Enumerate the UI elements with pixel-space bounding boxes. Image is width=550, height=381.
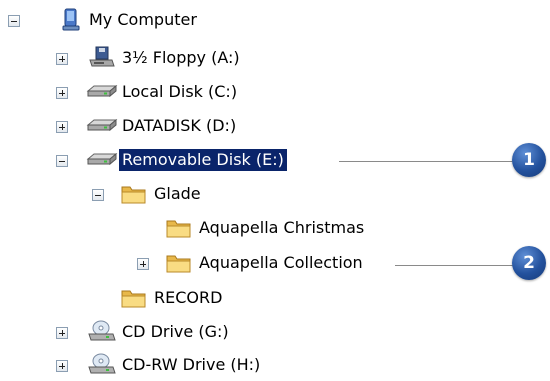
tree-item-label: Aquapella Christmas xyxy=(199,218,365,237)
tree-item-glade[interactable]: Glade xyxy=(0,182,300,206)
tree-item-label: CD-RW Drive (H:) xyxy=(122,355,261,374)
expand-toggle[interactable] xyxy=(56,327,68,339)
tree-item-label: Aquapella Collection xyxy=(199,253,363,272)
tree-item-label: RECORD xyxy=(154,288,223,307)
hard-disk-icon xyxy=(86,118,118,132)
tree-item-my-computer[interactable]: My Computer xyxy=(0,8,260,32)
expand-toggle[interactable] xyxy=(56,87,68,99)
my-computer-icon xyxy=(62,8,80,31)
tree-item-label: DATADISK (D:) xyxy=(122,116,237,135)
callout-badge-2: 2 xyxy=(512,246,546,280)
tree-item-label: Removable Disk (E:) xyxy=(119,149,287,171)
collapse-toggle[interactable] xyxy=(8,15,20,27)
expand-toggle[interactable] xyxy=(137,258,149,270)
cd-drive-icon xyxy=(88,353,116,374)
tree-item-aquapella-collection[interactable]: Aquapella Collection xyxy=(0,251,400,275)
expand-toggle[interactable] xyxy=(56,53,68,65)
tree-item-removable-disk-e[interactable]: Removable Disk (E:) xyxy=(0,148,340,172)
floppy-drive-icon xyxy=(89,46,115,67)
folder-icon xyxy=(121,290,146,308)
tree-item-label: Glade xyxy=(154,184,201,203)
tree-item-datadisk-d[interactable]: DATADISK (D:) xyxy=(0,114,300,138)
folder-icon xyxy=(166,255,191,273)
tree-item-cdrw-drive-h[interactable]: CD-RW Drive (H:) xyxy=(0,353,330,377)
tree-item-label: CD Drive (G:) xyxy=(122,322,229,341)
collapse-toggle[interactable] xyxy=(56,155,68,167)
collapse-toggle[interactable] xyxy=(92,189,104,201)
cd-drive-icon xyxy=(88,320,116,341)
tree-item-floppy-a[interactable]: 3½ Floppy (A:) xyxy=(0,46,300,70)
tree-item-label: Local Disk (C:) xyxy=(122,82,238,101)
expand-toggle[interactable] xyxy=(56,121,68,133)
tree-item-record[interactable]: RECORD xyxy=(0,286,300,310)
tree-item-aquapella-christmas[interactable]: Aquapella Christmas xyxy=(0,216,400,240)
hard-disk-icon xyxy=(86,84,118,98)
tree-item-label: 3½ Floppy (A:) xyxy=(122,48,240,67)
callout-line-1 xyxy=(339,161,514,162)
callout-badge-1: 1 xyxy=(512,143,546,177)
tree-item-cd-drive-g[interactable]: CD Drive (G:) xyxy=(0,320,300,344)
folder-icon xyxy=(121,186,146,204)
tree-item-local-disk-c[interactable]: Local Disk (C:) xyxy=(0,80,300,104)
expand-toggle[interactable] xyxy=(56,360,68,372)
callout-line-2 xyxy=(395,265,514,266)
removable-disk-icon xyxy=(86,152,118,166)
tree-item-label: My Computer xyxy=(89,10,197,29)
folder-icon xyxy=(166,220,191,238)
